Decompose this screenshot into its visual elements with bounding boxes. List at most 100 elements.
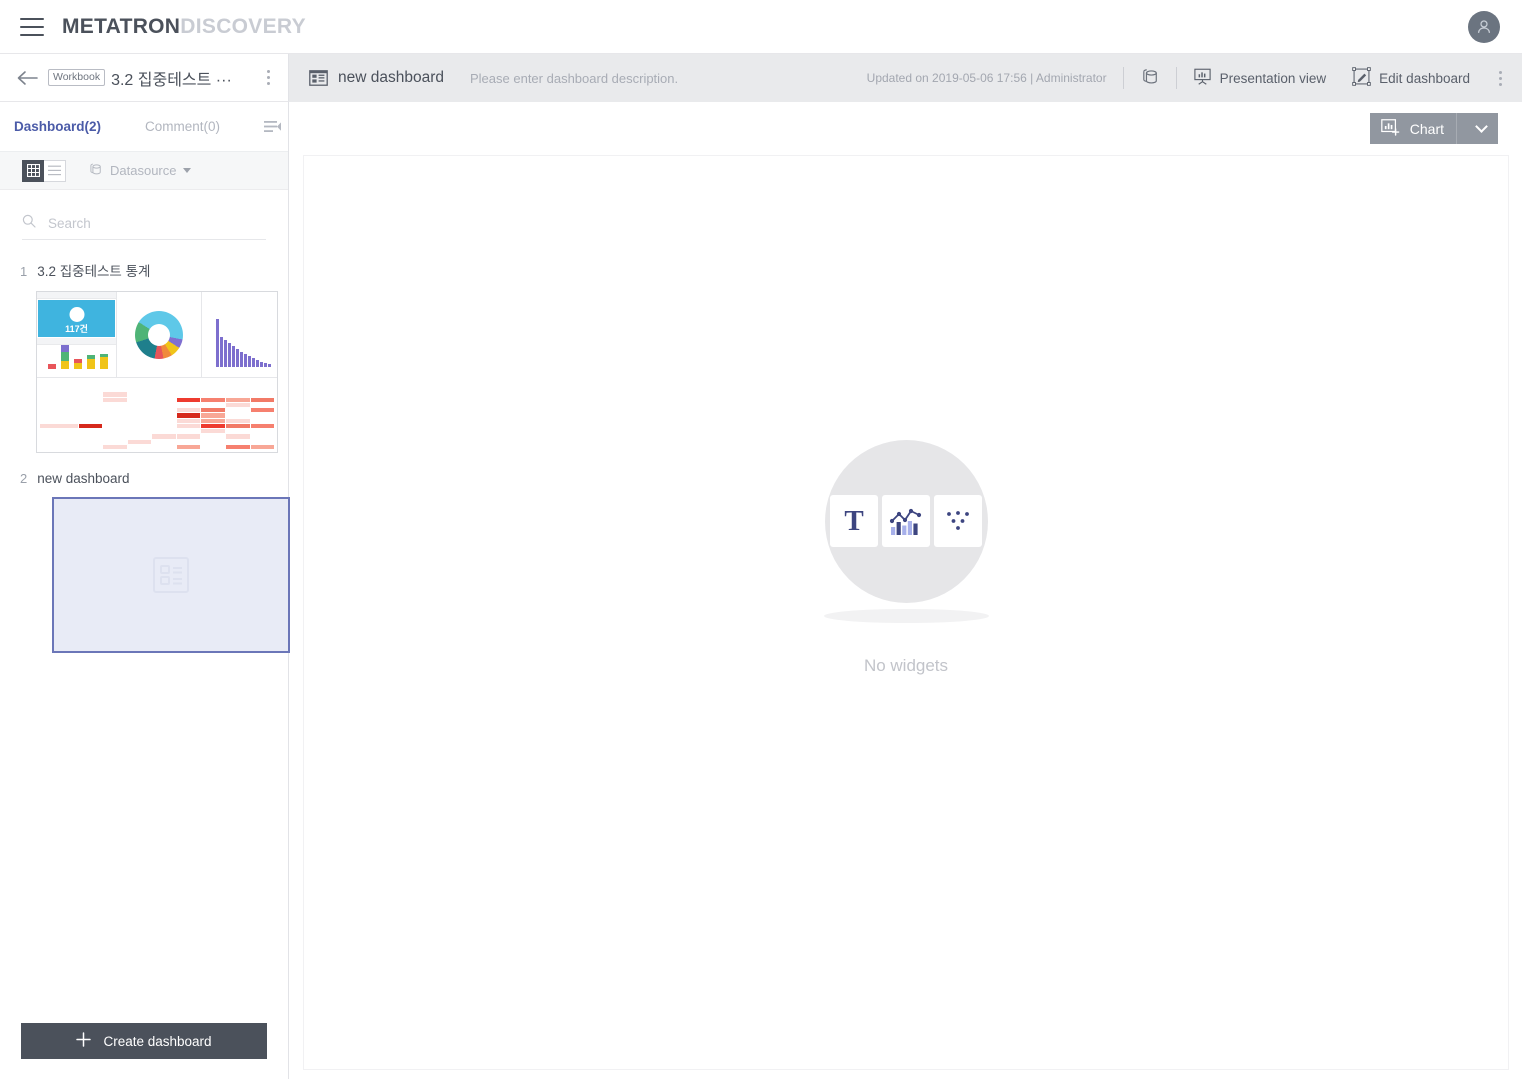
datasource-filter-label: Datasource: [110, 163, 177, 178]
table-row: [40, 413, 275, 418]
divider: [1122, 67, 1124, 89]
table-row: [40, 429, 275, 434]
table-row: [40, 439, 275, 444]
filter-widget-glyph: [947, 511, 969, 530]
table-row: [40, 408, 275, 413]
divider: [1456, 113, 1457, 144]
app-logo[interactable]: METATRON DISCOVERY: [62, 15, 306, 39]
bar: [60, 345, 69, 369]
hamburger-icon[interactable]: [20, 17, 44, 36]
avatar-glyph: [1477, 20, 1491, 33]
dashboard-description[interactable]: Please enter dashboard description.: [470, 71, 678, 86]
sub-toolbar: Workbook 3.2 집중테스트 ··· new dashboard Ple…: [0, 54, 1522, 102]
grid-view-icon[interactable]: [22, 159, 44, 182]
table-row: [40, 392, 275, 397]
edit-pencil-icon: [1352, 67, 1371, 89]
add-chart-icon: [1380, 118, 1400, 139]
chart-widget-glyph: [889, 508, 922, 535]
chart-widget-icon[interactable]: [882, 495, 930, 547]
empty-state-label: No widgets: [863, 655, 949, 675]
bar: [100, 354, 109, 369]
dashboard-name[interactable]: new dashboard: [37, 471, 129, 486]
dashboard-canvas[interactable]: T No widgets: [303, 155, 1509, 1070]
dashboard-thumbnail[interactable]: 117건: [36, 291, 278, 453]
datasource-button[interactable]: [1140, 67, 1160, 90]
thumbnail-bar-panel: [202, 292, 277, 377]
edit-dashboard-label: Edit dashboard: [1379, 70, 1470, 86]
presentation-glyph: [1193, 68, 1211, 85]
dashboard-list: 1 3.2 집중테스트 통계 117건 2 new dashboard: [0, 260, 290, 653]
back-arrow-icon[interactable]: [16, 70, 38, 86]
workbook-bar: Workbook 3.2 집중테스트 ···: [0, 54, 289, 102]
bar: [73, 359, 82, 369]
widget-type-tiles: T: [830, 495, 982, 547]
text-widget-icon[interactable]: T: [830, 495, 878, 547]
dashboard-thumbnail-selected[interactable]: [52, 497, 290, 653]
edit-dashboard-button[interactable]: Edit dashboard: [1352, 67, 1470, 89]
dashboard-list-header: 1 3.2 집중테스트 통계: [14, 260, 274, 280]
search-input[interactable]: [48, 216, 266, 231]
collapse-panel-icon[interactable]: [264, 120, 282, 134]
thumbnail-heatmap-panel: [37, 378, 277, 452]
plus-icon: [76, 1032, 92, 1050]
global-nav-bar: METATRON DISCOVERY: [0, 0, 1522, 54]
empty-state: T No widgets: [823, 439, 989, 676]
dashboard-toolbar: new dashboard Please enter dashboard des…: [289, 54, 1522, 102]
dashboard-kebab-menu-icon[interactable]: [1492, 69, 1508, 87]
tab-dashboard[interactable]: Dashboard(2): [14, 119, 101, 134]
presentation-icon: [1193, 67, 1212, 89]
dashboard-index: 1: [20, 264, 28, 279]
add-chart-glyph: [1380, 118, 1400, 136]
back-arrow-glyph: [17, 70, 38, 85]
thumbnail-top-row: 117건: [37, 292, 277, 378]
plus-glyph: [76, 1032, 92, 1047]
thumbnail-kpi-panel: 117건: [37, 292, 117, 377]
workbook-kebab-menu-icon[interactable]: [260, 69, 276, 87]
table-row: [40, 418, 275, 423]
datasource-filter-select[interactable]: Datasource: [88, 162, 192, 180]
bar: [47, 364, 56, 369]
presentation-view-button[interactable]: Presentation view: [1193, 67, 1327, 89]
list-view-glyph: [48, 165, 61, 176]
search-icon: [22, 214, 36, 233]
thumbnail-donut-panel: [117, 292, 202, 377]
dashboard-name[interactable]: 3.2 집중테스트 통계: [37, 260, 150, 280]
workbook-title[interactable]: 3.2 집중테스트 ···: [111, 66, 256, 90]
empty-state-shadow: [823, 608, 989, 623]
logo-primary-text: METATRON: [62, 14, 181, 38]
updated-info: Updated on 2019-05-06 17:56 | Administra…: [866, 71, 1107, 85]
heatmap-mini-chart: [40, 387, 275, 449]
table-row: [40, 387, 275, 392]
table-row: [40, 434, 275, 439]
text-widget-glyph: T: [844, 504, 864, 537]
datasource-icon: [1140, 67, 1160, 90]
panel-tabs: Dashboard(2) Comment(0): [0, 102, 288, 152]
dashboard-icon: [309, 70, 328, 86]
list-item[interactable]: 1 3.2 집중테스트 통계 117건: [14, 260, 278, 453]
user-avatar-icon[interactable]: [1468, 11, 1500, 43]
empty-dashboard-icon: [153, 557, 189, 593]
widget-header: [37, 292, 116, 299]
datasource-icon: [88, 162, 103, 180]
dashboard-glyph: [309, 70, 328, 86]
edit-pencil-glyph: [1352, 67, 1371, 86]
create-dashboard-button[interactable]: Create dashboard: [21, 1023, 267, 1059]
stacked-bar-mini-chart: [37, 345, 116, 377]
presentation-view-label: Presentation view: [1219, 70, 1327, 86]
divider: [1175, 67, 1177, 89]
donut-mini-chart: [135, 310, 183, 359]
chevron-down-icon: [183, 168, 192, 173]
widget-header: [37, 338, 116, 345]
datasource-glyph: [90, 163, 101, 174]
list-item[interactable]: 2 new dashboard: [14, 471, 290, 653]
kpi-circle: [69, 306, 84, 322]
filter-widget-icon[interactable]: [934, 495, 982, 547]
kpi-card: 117건: [38, 299, 115, 338]
add-chart-button[interactable]: Chart: [1369, 113, 1498, 144]
chevron-down-icon[interactable]: [1475, 120, 1488, 133]
dashboard-title[interactable]: new dashboard: [338, 69, 444, 87]
create-dashboard-label: Create dashboard: [103, 1033, 212, 1049]
list-view-icon[interactable]: [44, 159, 66, 182]
tab-comment[interactable]: Comment(0): [145, 119, 220, 134]
search-glyph: [22, 214, 36, 228]
